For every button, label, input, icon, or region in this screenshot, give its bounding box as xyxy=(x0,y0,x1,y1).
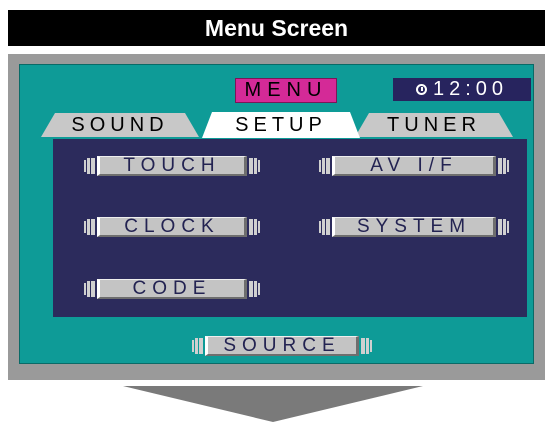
menu-label: MENU xyxy=(235,78,337,103)
tab-tuner-label: TUNER xyxy=(387,113,481,136)
touch-button[interactable]: TOUCH xyxy=(84,155,260,177)
clock-icon xyxy=(415,84,427,95)
device-frame: MENU 12:00 SOUND TUNER SETUP TOUCH AV I/… xyxy=(8,54,545,380)
code-button[interactable]: CODE xyxy=(84,278,260,300)
grip-left-icon xyxy=(192,338,203,354)
grip-left-icon xyxy=(319,158,330,174)
system-button[interactable]: SYSTEM xyxy=(319,216,509,238)
clock-time: 12:00 xyxy=(432,78,509,100)
system-button-label: SYSTEM xyxy=(332,216,496,237)
grip-left-icon xyxy=(84,281,95,297)
grip-right-icon xyxy=(361,338,372,354)
display-screen: MENU 12:00 SOUND TUNER SETUP TOUCH AV I/… xyxy=(19,64,534,364)
tab-sound[interactable]: SOUND xyxy=(41,113,199,137)
tab-sound-label: SOUND xyxy=(71,113,169,136)
av-if-button[interactable]: AV I/F xyxy=(319,155,509,177)
av-if-button-label: AV I/F xyxy=(332,155,496,176)
grip-right-icon xyxy=(498,219,509,235)
down-arrow-icon xyxy=(123,386,423,422)
tab-tuner[interactable]: TUNER xyxy=(355,113,513,137)
source-button-label: SOURCE xyxy=(205,335,359,356)
grip-left-icon xyxy=(319,219,330,235)
page-title: Menu Screen xyxy=(8,10,545,46)
clock-button-label: CLOCK xyxy=(97,216,247,237)
grip-right-icon xyxy=(249,219,260,235)
source-button[interactable]: SOURCE xyxy=(192,335,372,357)
setup-panel: TOUCH AV I/F CLOCK SYSTEM CODE xyxy=(53,139,527,317)
grip-right-icon xyxy=(249,158,260,174)
clock-display: 12:00 xyxy=(393,78,531,101)
grip-left-icon xyxy=(84,158,95,174)
touch-button-label: TOUCH xyxy=(97,155,247,176)
grip-right-icon xyxy=(249,281,260,297)
tab-setup-label: SETUP xyxy=(235,113,327,136)
tab-setup[interactable]: SETUP xyxy=(202,112,360,138)
code-button-label: CODE xyxy=(97,278,247,299)
grip-right-icon xyxy=(498,158,509,174)
grip-left-icon xyxy=(84,219,95,235)
clock-button[interactable]: CLOCK xyxy=(84,216,260,238)
